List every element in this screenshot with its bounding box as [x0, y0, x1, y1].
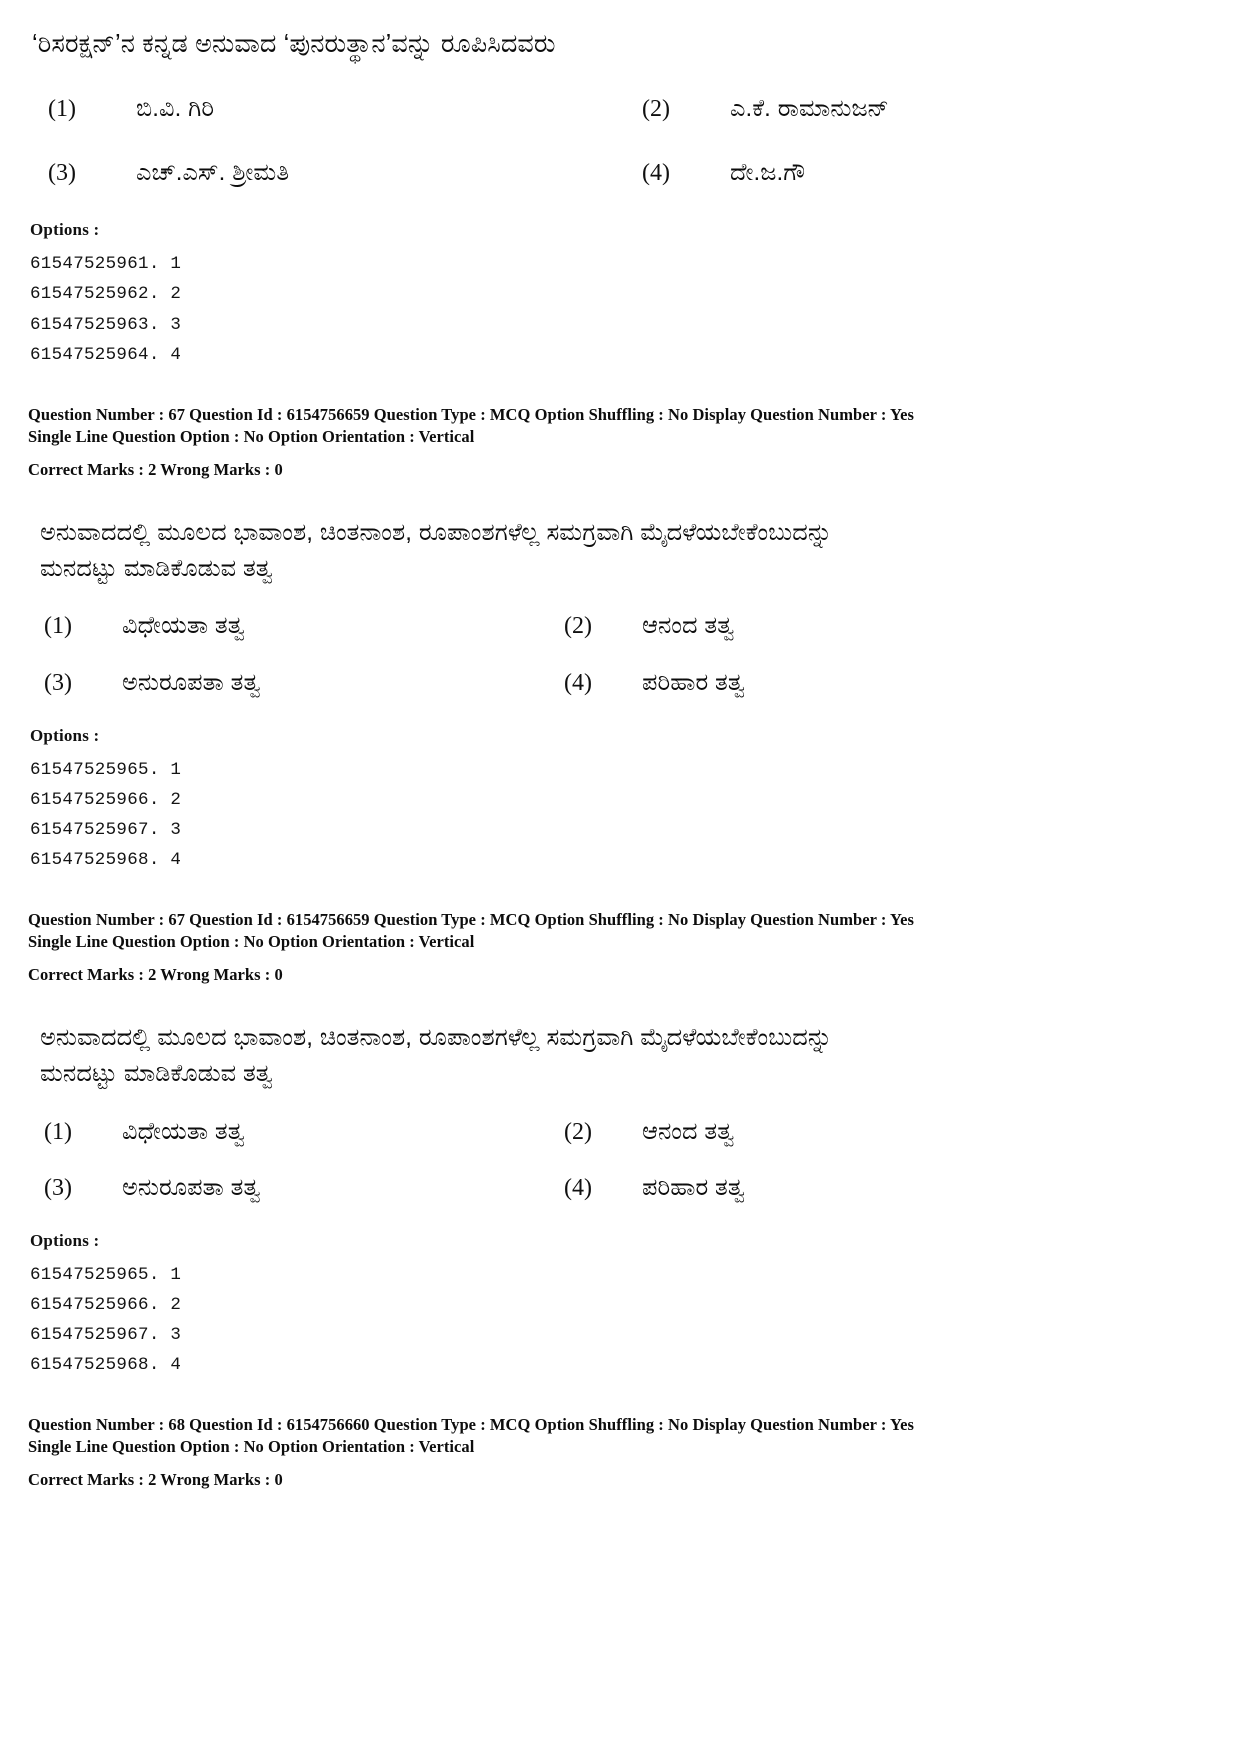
question-66-block: ‘ರಿಸರಕ್ಷನ್’ನ ಕನ್ನಡ ಅನುವಾದ ‘ಪುನರುತ್ಥಾನ’ವನ…: [28, 26, 1090, 370]
option-id: 61547525966. 2: [30, 1295, 182, 1316]
option-id: 61547525967. 3: [30, 1325, 182, 1346]
option-id: 61547525968. 4: [30, 849, 182, 870]
choice-row: (3) ಎಚ್.ಎಸ್. ಶ್ರೀಮತಿ (4) ದೇ.ಜ.ಗೌ: [48, 156, 1090, 190]
question-67-repeat-body: ಅನುವಾದದಲ್ಲಿ ಮೂಲದ ಭಾವಾಂಶ, ಚಿಂತನಾಂಶ, ರೂಪಾಂ…: [28, 1020, 1090, 1093]
metadata-line-1: Question Number : 67 Question Id : 61547…: [28, 910, 914, 930]
metadata-line-2: Single Line Question Option : No Option …: [28, 426, 475, 446]
question-67-body-line-2: ಮನದಟ್ಟು ಮಾಡಿಕೊಡುವ ತತ್ವ: [40, 555, 273, 583]
question-66-options-block: Options : 61547525961. 1 61547525962. 2 …: [28, 220, 1090, 369]
choice-number: (4): [642, 160, 671, 187]
question-67-choice-1[interactable]: (1) ವಿಧೇಯತಾ ತತ್ವ: [44, 609, 564, 643]
choice-label: ದೇ.ಜ.ಗೌ: [730, 159, 806, 187]
option-id: 61547525965. 1: [30, 759, 182, 780]
question-67-metadata-first: Question Number : 67 Question Id : 61547…: [28, 404, 1090, 481]
question-67-repeat-choice-4[interactable]: (4) ಪರಿಹಾರ ತತ್ವ: [564, 1171, 1024, 1205]
question-67-body-line-1: ಅನುವಾದದಲ್ಲಿ ಮೂಲದ ಭಾವಾಂಶ, ಚಿಂತನಾಂಶ, ರೂಪಾಂ…: [40, 518, 833, 546]
choice-number: (2): [564, 613, 592, 640]
question-67-repeat-choice-1[interactable]: (1) ವಿಧೇಯತಾ ತತ್ವ: [44, 1115, 564, 1149]
options-label: Options :: [30, 1230, 100, 1250]
choice-label: ಬಿ.ವಿ. ಗಿರಿ: [136, 95, 215, 123]
question-67-block: ಅನುವಾದದಲ್ಲಿ ಮೂಲದ ಭಾವಾಂಶ, ಚಿಂತನಾಂಶ, ರೂಪಾಂ…: [28, 481, 1090, 875]
question-67-repeat-options-block: Options : 61547525965. 1 61547525966. 2 …: [28, 1231, 1090, 1380]
question-67-choice-2[interactable]: (2) ಆನಂದ ತತ್ವ: [564, 609, 1024, 643]
question-67-repeat-body-line-1: ಅನುವಾದದಲ್ಲಿ ಮೂಲದ ಭಾವಾಂಶ, ಚಿಂತನಾಂಶ, ರೂಪಾಂ…: [40, 1023, 833, 1051]
option-id: 61547525965. 1: [30, 1264, 182, 1285]
question-67-repeat-choice-2[interactable]: (2) ಆನಂದ ತತ್ವ: [564, 1115, 1024, 1149]
question-67-choice-4[interactable]: (4) ಪರಿಹಾರ ತತ್ವ: [564, 666, 1024, 700]
choice-number: (3): [44, 1174, 72, 1201]
option-id: 61547525967. 3: [30, 819, 182, 840]
question-67-options-block: Options : 61547525965. 1 61547525966. 2 …: [28, 726, 1090, 875]
choice-label: ಎ.ಕೆ. ರಾಮಾನುಜನ್: [730, 95, 889, 123]
choice-row: (1) ಬಿ.ವಿ. ಗಿರಿ (2) ಎ.ಕೆ. ರಾಮಾನುಜನ್: [48, 92, 1090, 126]
choice-label: ಅನುರೂಪತಾ ತತ್ವ: [122, 1173, 261, 1201]
choice-label: ಪರಿಹಾರ ತತ್ವ: [642, 668, 745, 696]
choice-row: (3) ಅನುರೂಪತಾ ತತ್ವ (4) ಪರಿಹಾರ ತತ್ವ: [44, 1171, 1090, 1205]
choice-number: (1): [44, 613, 72, 640]
choice-label: ವಿಧೇಯತಾ ತತ್ವ: [122, 612, 245, 640]
option-id: 61547525961. 1: [30, 254, 182, 275]
question-66-choice-1[interactable]: (1) ಬಿ.ವಿ. ಗಿರಿ: [48, 92, 642, 126]
metadata-line-3: Correct Marks : 2 Wrong Marks : 0: [28, 964, 283, 984]
question-66-choice-2[interactable]: (2) ಎ.ಕೆ. ರಾಮಾನುಜನ್: [642, 92, 1090, 126]
options-label: Options :: [30, 220, 100, 240]
choice-number: (3): [44, 669, 72, 696]
question-67-repeat-choice-3[interactable]: (3) ಅನುರೂಪತಾ ತತ್ವ: [44, 1171, 564, 1205]
metadata-line-1: Question Number : 67 Question Id : 61547…: [28, 404, 914, 424]
metadata-line-3: Correct Marks : 2 Wrong Marks : 0: [28, 459, 283, 479]
choice-number: (1): [48, 96, 76, 123]
question-67-repeat-block: ಅನುವಾದದಲ್ಲಿ ಮೂಲದ ಭಾವಾಂಶ, ಚಿಂತನಾಂಶ, ರೂಪಾಂ…: [28, 986, 1090, 1380]
question-66-prompt: ‘ರಿಸರಕ್ಷನ್’ನ ಕನ್ನಡ ಅನುವಾದ ‘ಪುನರುತ್ಥಾನ’ವನ…: [32, 30, 556, 58]
choice-row: (1) ವಿಧೇಯತಾ ತತ್ವ (2) ಆನಂದ ತತ್ವ: [44, 609, 1090, 643]
choice-row: (1) ವಿಧೇಯತಾ ತತ್ವ (2) ಆನಂದ ತತ್ವ: [44, 1115, 1090, 1149]
question-66-choices: (1) ಬಿ.ವಿ. ಗಿರಿ (2) ಎ.ಕೆ. ರಾಮಾನುಜನ್ (3) …: [28, 92, 1090, 190]
question-66-choice-4[interactable]: (4) ದೇ.ಜ.ಗೌ: [642, 156, 1090, 190]
question-66-choice-3[interactable]: (3) ಎಚ್.ಎಸ್. ಶ್ರೀಮತಿ: [48, 156, 642, 190]
metadata-line-2: Single Line Question Option : No Option …: [28, 931, 475, 951]
option-id: 61547525968. 4: [30, 1355, 182, 1376]
option-id: 61547525963. 3: [30, 314, 182, 335]
choice-number: (3): [48, 160, 76, 187]
question-67-choice-3[interactable]: (3) ಅನುರೂಪತಾ ತತ್ವ: [44, 666, 564, 700]
question-67-repeat-body-line-2: ಮನದಟ್ಟು ಮಾಡಿಕೊಡುವ ತತ್ವ: [40, 1060, 273, 1088]
metadata-line-3: Correct Marks : 2 Wrong Marks : 0: [28, 1470, 283, 1490]
question-67-metadata-second: Question Number : 67 Question Id : 61547…: [28, 909, 1090, 986]
choice-label: ಆನಂದ ತತ್ವ: [642, 1117, 735, 1145]
question-67-repeat-choices: (1) ವಿಧೇಯತಾ ತತ್ವ (2) ಆನಂದ ತತ್ವ (3) ಅನುರೂ…: [28, 1115, 1090, 1205]
choice-number: (4): [564, 1174, 592, 1201]
choice-number: (2): [564, 1118, 592, 1145]
metadata-line-2: Single Line Question Option : No Option …: [28, 1437, 475, 1457]
question-68-metadata: Question Number : 68 Question Id : 61547…: [28, 1414, 1090, 1491]
choice-label: ಪರಿಹಾರ ತತ್ವ: [642, 1173, 745, 1201]
question-67-choices: (1) ವಿಧೇಯತಾ ತತ್ವ (2) ಆನಂದ ತತ್ವ (3) ಅನುರೂ…: [28, 609, 1090, 699]
options-label: Options :: [30, 725, 100, 745]
choice-number: (4): [564, 669, 592, 696]
choice-label: ವಿಧೇಯತಾ ತತ್ವ: [122, 1117, 245, 1145]
option-id: 61547525966. 2: [30, 789, 182, 810]
choice-label: ಅನುರೂಪತಾ ತತ್ವ: [122, 668, 261, 696]
question-67-body: ಅನುವಾದದಲ್ಲಿ ಮೂಲದ ಭಾವಾಂಶ, ಚಿಂತನಾಂಶ, ರೂಪಾಂ…: [28, 515, 1090, 588]
choice-label: ಎಚ್.ಎಸ್. ಶ್ರೀಮತಿ: [136, 159, 290, 187]
choice-label: ಆನಂದ ತತ್ವ: [642, 612, 735, 640]
option-id: 61547525964. 4: [30, 344, 182, 365]
choice-number: (2): [642, 96, 671, 123]
choice-number: (1): [44, 1118, 72, 1145]
choice-row: (3) ಅನುರೂಪತಾ ತತ್ವ (4) ಪರಿಹಾರ ತತ್ವ: [44, 666, 1090, 700]
exam-page: ‘ರಿಸರಕ್ಷನ್’ನ ಕನ್ನಡ ಅನುವಾದ ‘ಪುನರುತ್ಥಾನ’ವನ…: [0, 0, 1240, 1754]
metadata-line-1: Question Number : 68 Question Id : 61547…: [28, 1415, 914, 1435]
option-id: 61547525962. 2: [30, 284, 182, 305]
